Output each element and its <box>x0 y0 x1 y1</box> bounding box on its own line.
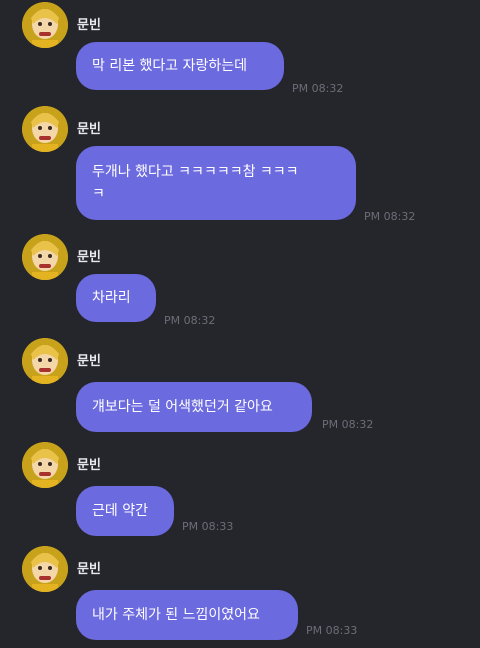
message-bubble[interactable]: 내가 주체가 된 느낌이였어요 <box>76 590 298 640</box>
message-group: 문빈 내가 주체가 된 느낌이였어요 PM 08:33 <box>0 546 480 646</box>
message-time: PM 08:32 <box>292 82 344 95</box>
message-group: 문빈 근데 약간 PM 08:33 <box>0 442 480 538</box>
avatar[interactable] <box>22 234 68 280</box>
sender-name: 문빈 <box>77 250 101 265</box>
message-bubble[interactable]: 차라리 <box>76 274 156 322</box>
message-group: 문빈 차라리 PM 08:32 <box>0 234 480 328</box>
avatar[interactable] <box>22 442 68 488</box>
message-text: 내가 주체가 된 느낌이였어요 <box>92 607 260 623</box>
message-text: 근데 약간 <box>92 503 148 519</box>
message-group: 문빈 두개나 했다고 ㅋㅋㅋㅋㅋ참 ㅋㅋㅋ ㅋ PM 08:32 <box>0 106 480 226</box>
message-group: 문빈 막 리본 했다고 자랑하는데 PM 08:32 <box>0 2 480 98</box>
message-group: 문빈 걔보다는 덜 어색했던거 같아요 PM 08:32 <box>0 338 480 434</box>
message-time: PM 08:32 <box>164 314 216 327</box>
message-bubble[interactable]: 막 리본 했다고 자랑하는데 <box>76 42 284 90</box>
avatar[interactable] <box>22 546 68 592</box>
message-bubble[interactable]: 근데 약간 <box>76 486 174 536</box>
sender-name: 문빈 <box>77 122 101 137</box>
message-time: PM 08:33 <box>182 520 234 533</box>
sender-name: 문빈 <box>77 562 101 577</box>
message-text: 걔보다는 덜 어색했던거 같아요 <box>92 399 273 415</box>
message-time: PM 08:33 <box>306 624 358 637</box>
message-text: 두개나 했다고 ㅋㅋㅋㅋㅋ참 ㅋㅋㅋ ㅋ <box>92 164 299 202</box>
message-text: 막 리본 했다고 자랑하는데 <box>92 58 248 74</box>
sender-name: 문빈 <box>77 458 101 473</box>
message-time: PM 08:32 <box>322 418 374 431</box>
message-bubble[interactable]: 두개나 했다고 ㅋㅋㅋㅋㅋ참 ㅋㅋㅋ ㅋ <box>76 146 356 220</box>
avatar[interactable] <box>22 106 68 152</box>
message-bubble[interactable]: 걔보다는 덜 어색했던거 같아요 <box>76 382 312 432</box>
sender-name: 문빈 <box>77 18 101 33</box>
sender-name: 문빈 <box>77 354 101 369</box>
avatar[interactable] <box>22 338 68 384</box>
avatar[interactable] <box>22 2 68 48</box>
chat-history[interactable]: 문빈 막 리본 했다고 자랑하는데 PM 08:32 문빈 두개나 했다고 ㅋㅋ… <box>0 0 480 648</box>
message-time: PM 08:32 <box>364 210 416 223</box>
message-text: 차라리 <box>92 290 131 306</box>
